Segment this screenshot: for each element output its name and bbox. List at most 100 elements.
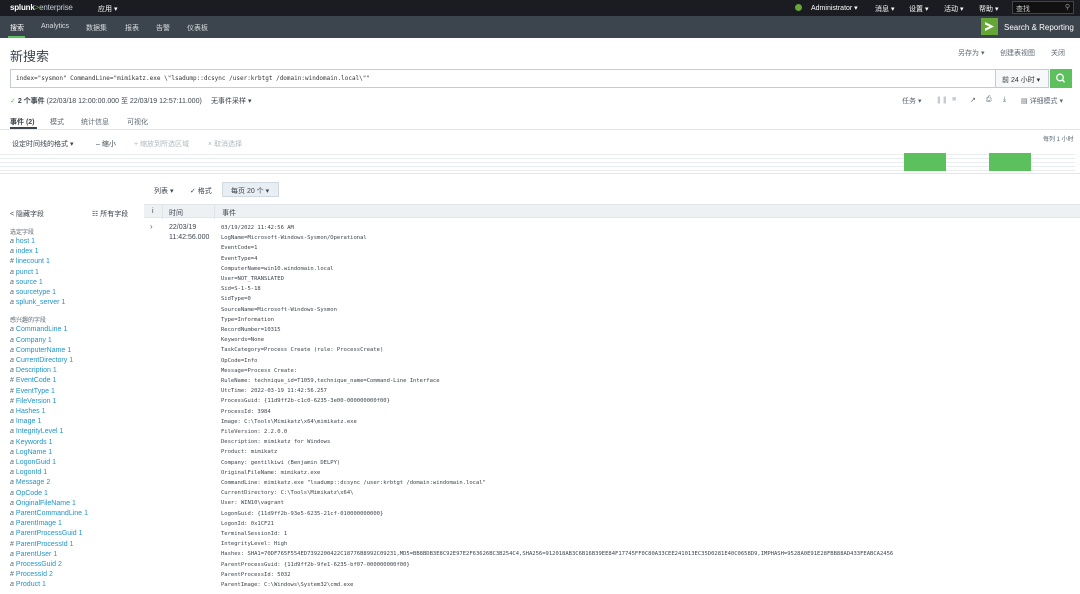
field-name: LogonId: [15, 469, 42, 477]
field-type-icon: a: [10, 438, 14, 446]
search-query-input[interactable]: index="sysmon" CommandLine="mimikatz.exe…: [10, 69, 996, 88]
event-line: Keywords=None: [221, 337, 265, 344]
timeline-format-menu[interactable]: 设定时间线的格式 ▾: [12, 139, 73, 149]
field-item-logonguid[interactable]: a LogonGuid 1: [10, 459, 56, 466]
field-item-company[interactable]: a Company 1: [10, 337, 52, 344]
search-mode-menu[interactable]: ▤ 详细模式 ▾: [1021, 96, 1063, 106]
field-item-parentprocessid[interactable]: # ParentProcessId 1: [10, 541, 74, 548]
user-menu[interactable]: Administrator ▾: [811, 4, 858, 12]
tab-statistics[interactable]: 统计信息: [81, 117, 109, 127]
event-sampling-menu[interactable]: 无事件采样 ▾: [211, 96, 251, 106]
job-menu[interactable]: 任务 ▾: [902, 96, 921, 106]
close-link[interactable]: 关闭: [1051, 48, 1065, 58]
global-search-input[interactable]: 查找 ⚲: [1012, 1, 1074, 14]
field-type-icon: a: [10, 299, 14, 307]
help-menu[interactable]: 帮助 ▾: [979, 4, 998, 14]
settings-menu[interactable]: 设置 ▾: [909, 4, 928, 14]
field-type-icon: a: [10, 561, 14, 568]
apps-menu[interactable]: 应用 ▾: [98, 4, 117, 14]
field-item-logname[interactable]: a LogName 1: [10, 449, 52, 456]
field-item-integritylevel[interactable]: a IntegrityLevel 1: [10, 428, 63, 435]
print-icon[interactable]: ⎙: [986, 96, 992, 104]
save-as-menu[interactable]: 另存为 ▾: [958, 48, 984, 58]
deselect-button[interactable]: × 取消选择: [208, 139, 242, 149]
activity-menu[interactable]: 活动 ▾: [944, 4, 963, 14]
tab-patterns[interactable]: 模式: [50, 117, 64, 127]
zoom-to-selection-button[interactable]: + 缩放到所选区域: [134, 139, 189, 149]
field-count: 1: [52, 397, 57, 405]
field-item-processid[interactable]: # ProcessId 2: [10, 571, 53, 578]
field-item-commandline[interactable]: a CommandLine 1: [10, 326, 67, 333]
field-type-icon: a: [10, 581, 14, 589]
timeline-bucket-bar[interactable]: [904, 153, 946, 171]
field-item-computername[interactable]: a ComputerName 1: [10, 347, 71, 354]
field-item-hashes[interactable]: a Hashes 1: [10, 408, 46, 415]
time-column-header[interactable]: 时间: [169, 208, 183, 218]
nav-analytics[interactable]: Analytics: [41, 23, 69, 30]
field-name: OriginalFileName: [15, 499, 70, 507]
zoom-out-button[interactable]: – 缩小: [96, 139, 116, 149]
field-type-icon: a: [10, 346, 14, 354]
time-range-picker[interactable]: 前 24 小时 ▾: [996, 69, 1049, 88]
field-item-parentprocessguid[interactable]: a ParentProcessGuid 1: [10, 530, 83, 537]
field-item-parentcommandline[interactable]: a ParentCommandLine 1: [10, 510, 88, 517]
field-item-fileversion[interactable]: # FileVersion 1: [10, 398, 56, 405]
event-line: LogName=Microsoft-Windows-Sysmon/Operati…: [221, 235, 367, 242]
app-title[interactable]: Search & Reporting: [1004, 23, 1074, 32]
nav-alerts[interactable]: 告警: [156, 23, 170, 33]
hide-fields-button[interactable]: < 隐藏字段: [10, 209, 44, 219]
expand-event-icon[interactable]: ›: [150, 222, 153, 231]
search-submit-button[interactable]: [1050, 69, 1072, 88]
field-item-logonid[interactable]: a LogonId 1: [10, 469, 47, 476]
tab-events[interactable]: 事件 (2): [10, 117, 35, 127]
field-name: LogonGuid: [15, 459, 51, 466]
field-item-keywords[interactable]: a Keywords 1: [10, 439, 53, 446]
messages-menu[interactable]: 消息 ▾: [875, 4, 894, 14]
field-type-icon: a: [10, 289, 14, 296]
field-item-splunk_server[interactable]: a splunk_server 1: [10, 299, 65, 306]
field-item-index[interactable]: a index 1: [10, 248, 39, 255]
field-item-originalfilename[interactable]: a OriginalFileName 1: [10, 500, 76, 507]
event-line: Message=Process Create:: [221, 367, 298, 374]
field-item-currentdirectory[interactable]: a CurrentDirectory 1: [10, 357, 73, 364]
share-icon[interactable]: ↗: [970, 96, 976, 104]
stop-icon[interactable]: ■: [952, 96, 956, 103]
nav-datasets[interactable]: 数据集: [86, 23, 107, 33]
health-status-icon[interactable]: [795, 4, 802, 11]
timeline-bucket-bar[interactable]: [989, 153, 1031, 171]
field-item-linecount[interactable]: # linecount 1: [10, 258, 50, 265]
field-name: ProcessId: [15, 571, 48, 579]
field-count: 1: [31, 238, 36, 245]
format-menu[interactable]: ✓ 格式: [190, 186, 212, 196]
field-item-punct[interactable]: a punct 1: [10, 269, 39, 276]
splunk-logo[interactable]: splunk>enterprise: [10, 3, 73, 12]
export-icon[interactable]: ⤓: [1003, 96, 1006, 104]
field-item-description[interactable]: a Description 1: [10, 367, 57, 374]
per-page-menu[interactable]: 每页 20 个 ▾: [222, 182, 279, 197]
nav-reports[interactable]: 报表: [125, 23, 139, 33]
field-item-opcode[interactable]: a OpCode 1: [10, 490, 48, 497]
create-dashboard-link[interactable]: 创建表视图: [1000, 48, 1035, 58]
event-line: TerminalSessionId: 1: [221, 531, 288, 537]
field-type-icon: #: [10, 397, 14, 405]
field-item-eventcode[interactable]: # EventCode 1: [10, 377, 56, 384]
list-view-menu[interactable]: 列表 ▾: [154, 186, 173, 196]
field-item-message[interactable]: a Message 2: [10, 479, 50, 486]
tab-visualization[interactable]: 可视化: [127, 117, 148, 127]
nav-search[interactable]: 搜索: [10, 23, 24, 33]
field-item-image[interactable]: a Image 1: [10, 418, 41, 425]
field-item-source[interactable]: a source 1: [10, 279, 43, 286]
pause-icon[interactable]: ❚❚: [936, 96, 948, 104]
field-item-parentuser[interactable]: a ParentUser 1: [10, 551, 57, 558]
all-fields-button[interactable]: ☷ 所有字段: [92, 209, 128, 219]
field-name: ComputerName: [15, 346, 66, 354]
search-reporting-app-icon[interactable]: [981, 18, 998, 35]
nav-dashboards[interactable]: 仪表板: [187, 23, 208, 33]
field-item-host[interactable]: a host 1: [10, 238, 35, 245]
field-item-processguid[interactable]: a ProcessGuid 2: [10, 561, 62, 568]
event-line: FileVersion: 2.2.0.0: [221, 429, 288, 435]
field-item-sourcetype[interactable]: a sourcetype 1: [10, 289, 56, 296]
field-item-product[interactable]: a Product 1: [10, 581, 46, 588]
field-item-eventtype[interactable]: # EventType 1: [10, 388, 55, 395]
field-item-parentimage[interactable]: a ParentImage 1: [10, 520, 62, 527]
